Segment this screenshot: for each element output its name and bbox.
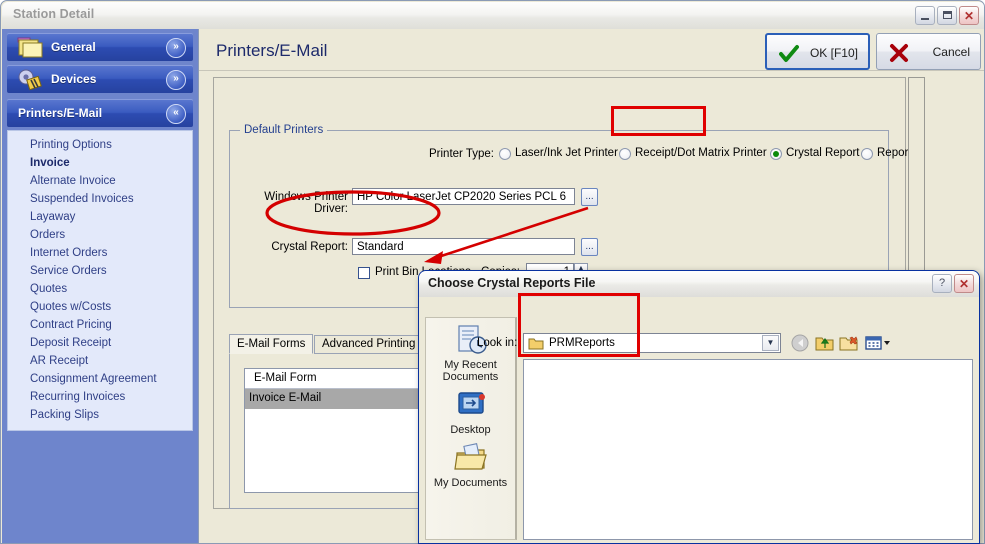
sidebar-section-label: Devices	[51, 72, 97, 86]
dialog-body: My Recent Documents Desktop My Documents…	[420, 297, 978, 543]
place-label: My Recent Documents	[442, 359, 499, 383]
windows-printer-driver-label: Windows Printer Driver:	[264, 191, 348, 215]
back-button[interactable]	[790, 333, 812, 353]
crystal-report-label: Crystal Report:	[271, 241, 348, 253]
close-icon[interactable]: ✕	[954, 274, 974, 293]
windows-printer-driver-input[interactable]: HP Color LaserJet CP2020 Series PCL 6	[352, 188, 575, 205]
places-bar: My Recent Documents Desktop My Documents	[425, 317, 517, 540]
minimize-icon[interactable]	[915, 6, 935, 25]
help-icon[interactable]: ?	[932, 274, 952, 293]
choose-crystal-reports-file-dialog: Choose Crystal Reports File ? ✕ My Recen…	[418, 270, 980, 544]
chevron-down-icon[interactable]: »	[166, 38, 186, 58]
default-printers-legend: Default Printers	[240, 124, 328, 136]
place-desktop[interactable]: Desktop	[426, 389, 515, 436]
annotation-rect-look-in-combo	[518, 293, 640, 357]
window-title: Station Detail	[13, 7, 95, 21]
page-title: Printers/E-Mail	[216, 41, 328, 60]
help-glyph: ?	[938, 277, 946, 289]
sidebar-item-contract-pricing[interactable]: Contract Pricing	[8, 316, 192, 334]
print-bin-locations-checkbox[interactable]	[358, 267, 370, 279]
chevron-down-icon[interactable]: ▼	[762, 335, 779, 351]
sidebar-section-label: Printers/E-Mail	[18, 106, 103, 120]
printer-type-radio-receipt[interactable]	[619, 148, 631, 160]
place-label: Desktop	[450, 424, 491, 436]
header-divider	[199, 70, 984, 71]
dialog-title: Choose Crystal Reports File	[428, 276, 596, 290]
dialog-title-bar: Choose Crystal Reports File ? ✕	[419, 271, 979, 297]
ok-button-label: OK [F10]	[809, 46, 858, 60]
sidebar-item-recurring-invoices[interactable]: Recurring Invoices	[8, 388, 192, 406]
chevron-up-icon[interactable]: «	[166, 104, 186, 124]
tab-email-forms[interactable]: E-Mail Forms	[229, 334, 314, 354]
window-controls: ✕	[915, 6, 979, 25]
sidebar-item-deposit-receipt[interactable]: Deposit Receipt	[8, 334, 192, 352]
annotation-rect-crystal-report-radio	[611, 106, 706, 136]
sidebar-section-label: General	[51, 40, 96, 54]
sidebar-item-orders[interactable]: Orders	[8, 226, 192, 244]
file-list[interactable]	[523, 359, 973, 540]
place-label: My Documents	[433, 477, 508, 489]
ok-button[interactable]: OK [F10]	[765, 33, 870, 70]
printer-type-radio-laser[interactable]	[499, 148, 511, 160]
tab-advanced-printing[interactable]: Advanced Printing	[314, 335, 424, 354]
sidebar-section-devices[interactable]: Devices »	[7, 65, 193, 93]
folders-icon	[17, 37, 43, 58]
views-icon	[865, 336, 890, 350]
crystal-report-input[interactable]: Standard	[352, 238, 575, 255]
windows-printer-driver-browse-button[interactable]: ...	[581, 188, 598, 206]
sidebar-item-ar-receipt[interactable]: AR Receipt	[8, 352, 192, 370]
cancel-button[interactable]: Cancel	[876, 33, 981, 70]
printer-type-radio-reporter[interactable]	[861, 148, 873, 160]
printer-type-label-receipt[interactable]: Receipt/Dot Matrix Printer	[635, 147, 767, 159]
sidebar-item-invoice[interactable]: Invoice	[8, 154, 192, 172]
create-new-folder-button[interactable]	[838, 333, 860, 353]
printer-type-label: Printer Type:	[429, 148, 494, 160]
screen: Station Detail ✕ General » Devices » Pri…	[0, 0, 985, 544]
place-my-recent-documents[interactable]: My Recent Documents	[426, 324, 515, 383]
place-my-documents[interactable]: My Documents	[426, 442, 515, 489]
up-one-level-button[interactable]	[814, 333, 836, 353]
sidebar-item-packing-slips[interactable]: Packing Slips	[8, 406, 192, 424]
sidebar-item-internet-orders[interactable]: Internet Orders	[8, 244, 192, 262]
views-button[interactable]	[864, 333, 892, 353]
sidebar-item-suspended-invoices[interactable]: Suspended Invoices	[8, 190, 192, 208]
printer-type-label-laser[interactable]: Laser/Ink Jet Printer	[515, 147, 618, 159]
cancel-button-label: Cancel	[932, 45, 970, 59]
sidebar-item-list: Printing Options Invoice Alternate Invoi…	[7, 130, 193, 431]
chevron-down-icon[interactable]: »	[166, 70, 186, 90]
sidebar-item-quotes[interactable]: Quotes	[8, 280, 192, 298]
up-folder-icon	[815, 337, 834, 351]
crystal-report-browse-button[interactable]: ...	[581, 238, 598, 256]
sidebar-item-quotes-w-costs[interactable]: Quotes w/Costs	[8, 298, 192, 316]
sidebar-section-printers-email[interactable]: Printers/E-Mail «	[7, 99, 193, 127]
sidebar: General » Devices » Printers/E-Mail « Pr…	[2, 29, 199, 543]
back-icon	[791, 334, 809, 352]
new-folder-icon	[839, 336, 858, 351]
title-bar: Station Detail ✕	[2, 2, 984, 29]
sidebar-section-general[interactable]: General »	[7, 33, 193, 61]
sidebar-item-printing-options[interactable]: Printing Options	[8, 136, 192, 154]
dialog-window-controls: ? ✕	[932, 274, 974, 293]
sidebar-item-consignment-agreement[interactable]: Consignment Agreement	[8, 370, 192, 388]
desktop-icon	[457, 392, 485, 414]
maximize-icon[interactable]	[937, 6, 957, 25]
sidebar-item-alternate-invoice[interactable]: Alternate Invoice	[8, 172, 192, 190]
my-documents-icon	[453, 443, 487, 470]
printer-type-label-crystal-report[interactable]: Crystal Report	[786, 147, 860, 159]
sidebar-item-service-orders[interactable]: Service Orders	[8, 262, 192, 280]
look-in-label: Look in:	[477, 337, 518, 349]
printer-type-radio-crystal-report[interactable]	[770, 148, 782, 160]
gear-icon	[18, 69, 42, 91]
sidebar-item-layaway[interactable]: Layaway	[8, 208, 192, 226]
close-icon[interactable]: ✕	[959, 6, 979, 25]
